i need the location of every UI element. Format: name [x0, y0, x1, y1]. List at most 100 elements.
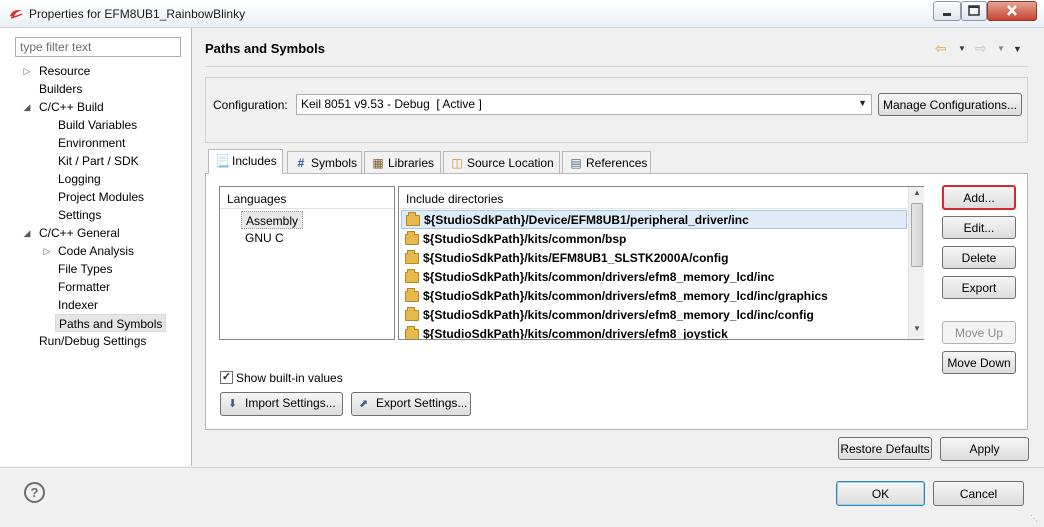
- export-button[interactable]: Export: [942, 276, 1016, 299]
- tree-item-environment[interactable]: Environment: [58, 134, 125, 152]
- include-dir-path: ${StudioSdkPath}/kits/common/drivers/efm…: [423, 308, 814, 322]
- chevron-down-icon: ▼: [858, 98, 867, 108]
- export-icon: ⬈: [359, 398, 369, 410]
- configuration-value: Keil 8051 v9.53 - Debug [ Active ]: [301, 97, 482, 111]
- collapse-icon[interactable]: ◢: [22, 98, 32, 116]
- tree-item-cpp-build[interactable]: C/C++ Build: [39, 98, 104, 116]
- show-builtin-checkbox[interactable]: ✓: [220, 371, 233, 384]
- tab-libraries[interactable]: ▦ Libraries: [364, 151, 441, 173]
- window-title: Properties for EFM8UB1_RainbowBlinky: [29, 7, 246, 21]
- page-title: Paths and Symbols: [205, 41, 325, 56]
- include-dir-row[interactable]: ${StudioSdkPath}/kits/common/drivers/efm…: [401, 325, 907, 339]
- tree-item-run-debug-settings[interactable]: Run/Debug Settings: [39, 332, 146, 350]
- back-dropdown-icon[interactable]: ▼: [958, 44, 966, 53]
- include-dir-path: ${StudioSdkPath}/kits/common/drivers/efm…: [423, 327, 728, 339]
- folder-icon: [405, 250, 419, 264]
- vertical-scrollbar[interactable]: ▲ ▼: [908, 187, 924, 339]
- include-dir-path: ${StudioSdkPath}/kits/common/bsp: [423, 232, 627, 246]
- view-menu-icon[interactable]: ▼: [1013, 44, 1022, 54]
- edit-button[interactable]: Edit...: [942, 216, 1016, 239]
- minimize-button[interactable]: [933, 1, 961, 21]
- include-dir-path: ${StudioSdkPath}/kits/EFM8UB1_SLSTK2000A…: [423, 251, 729, 265]
- tab-label: Includes: [232, 154, 277, 168]
- expand-icon[interactable]: ▷: [22, 62, 32, 80]
- tree-item-logging[interactable]: Logging: [58, 170, 101, 188]
- tree-item-formatter[interactable]: Formatter: [58, 278, 110, 296]
- folder-icon: [405, 307, 419, 321]
- scroll-up-icon[interactable]: ▲: [909, 188, 925, 202]
- configuration-select[interactable]: Keil 8051 v9.53 - Debug [ Active ] ▼: [296, 94, 872, 115]
- collapse-icon[interactable]: ◢: [22, 224, 32, 242]
- hash-icon: #: [297, 156, 305, 170]
- resize-grip-icon[interactable]: ⋱: [1030, 514, 1038, 523]
- maximize-button[interactable]: [961, 1, 987, 21]
- filter-input[interactable]: [15, 37, 181, 57]
- forward-dropdown-icon[interactable]: ▼: [997, 44, 1005, 53]
- include-dir-row[interactable]: ${StudioSdkPath}/kits/common/drivers/efm…: [401, 306, 907, 325]
- include-dir-row[interactable]: ${StudioSdkPath}/kits/common/drivers/efm…: [401, 287, 907, 306]
- folder-icon: [405, 231, 419, 245]
- expand-icon[interactable]: ▷: [42, 242, 52, 260]
- add-button[interactable]: Add...: [942, 185, 1016, 210]
- ok-button[interactable]: OK: [836, 481, 925, 506]
- divider: [0, 467, 1044, 468]
- tab-symbols[interactable]: # Symbols: [287, 151, 362, 173]
- library-icon: ▦: [372, 156, 384, 170]
- source-folder-icon: ◫: [451, 156, 463, 170]
- delete-button[interactable]: Delete: [942, 246, 1016, 269]
- languages-header: Languages: [220, 187, 394, 209]
- move-down-button[interactable]: Move Down: [942, 351, 1016, 374]
- references-icon: ▤: [570, 156, 582, 170]
- languages-list: [219, 186, 395, 340]
- back-arrow-icon[interactable]: ⇦: [935, 40, 947, 57]
- include-dir-row[interactable]: ${StudioSdkPath}/Device/EFM8UB1/peripher…: [401, 210, 907, 229]
- move-up-button[interactable]: Move Up: [942, 321, 1016, 344]
- close-button[interactable]: [987, 1, 1037, 21]
- scroll-thumb[interactable]: [911, 203, 923, 267]
- folder-icon: [406, 212, 420, 226]
- include-dir-row[interactable]: ${StudioSdkPath}/kits/common/bsp: [401, 230, 907, 249]
- restore-defaults-button[interactable]: Restore Defaults: [838, 437, 932, 460]
- import-settings-button[interactable]: ⬇ Import Settings...: [220, 392, 343, 416]
- include-dir-path: ${StudioSdkPath}/kits/common/drivers/efm…: [423, 289, 828, 303]
- language-item-assembly[interactable]: Assembly: [241, 211, 304, 229]
- tree-item-paths-and-symbols[interactable]: Paths and Symbols: [55, 314, 167, 332]
- tree-item-settings[interactable]: Settings: [58, 206, 101, 224]
- include-dir-row[interactable]: ${StudioSdkPath}/kits/EFM8UB1_SLSTK2000A…: [401, 249, 907, 268]
- tree-item-build-variables[interactable]: Build Variables: [58, 116, 137, 134]
- tree-item-indexer[interactable]: Indexer: [58, 296, 98, 314]
- export-settings-label: Export Settings...: [376, 396, 468, 410]
- tree-item-kit-part-sdk[interactable]: Kit / Part / SDK: [58, 152, 139, 170]
- includes-icon: 📃: [215, 154, 230, 168]
- manage-configurations-button[interactable]: Manage Configurations...: [878, 93, 1022, 116]
- folder-icon: [405, 288, 419, 302]
- export-settings-button[interactable]: ⬈ Export Settings...: [351, 392, 471, 416]
- configuration-label: Configuration:: [213, 98, 288, 112]
- tab-label: Libraries: [388, 156, 435, 170]
- tab-includes[interactable]: 📃 Includes: [208, 149, 283, 174]
- language-item-gnu-c[interactable]: GNU C: [241, 229, 288, 247]
- tab-references[interactable]: ▤ References: [562, 151, 651, 173]
- properties-tree-panel: ▷ Resource Builders ◢ C/C++ Build Build …: [0, 28, 192, 466]
- tab-label: Symbols: [311, 156, 358, 170]
- include-dir-path: ${StudioSdkPath}/Device/EFM8UB1/peripher…: [424, 213, 749, 227]
- scroll-down-icon[interactable]: ▼: [909, 324, 925, 338]
- tab-source-location[interactable]: ◫ Source Location: [443, 151, 560, 173]
- cancel-button[interactable]: Cancel: [933, 481, 1024, 506]
- tree-item-cpp-general[interactable]: C/C++ General: [39, 224, 120, 242]
- folder-icon: [405, 269, 419, 283]
- divider: [205, 66, 1028, 67]
- help-icon[interactable]: ?: [24, 482, 45, 503]
- apply-button[interactable]: Apply: [940, 437, 1029, 461]
- tree-item-builders[interactable]: Builders: [39, 80, 82, 98]
- tree-item-project-modules[interactable]: Project Modules: [58, 188, 144, 206]
- show-builtin-label: Show built-in values: [236, 371, 343, 385]
- tree-item-code-analysis[interactable]: Code Analysis: [58, 242, 134, 260]
- tree-item-file-types[interactable]: File Types: [58, 260, 112, 278]
- tab-label: References: [586, 156, 648, 170]
- include-dir-row[interactable]: ${StudioSdkPath}/kits/common/drivers/efm…: [401, 268, 907, 287]
- app-icon: [9, 8, 23, 20]
- tab-label: Source Location: [467, 156, 554, 170]
- forward-arrow-icon[interactable]: ⇨: [975, 40, 987, 57]
- tree-item-resource[interactable]: Resource: [39, 62, 90, 80]
